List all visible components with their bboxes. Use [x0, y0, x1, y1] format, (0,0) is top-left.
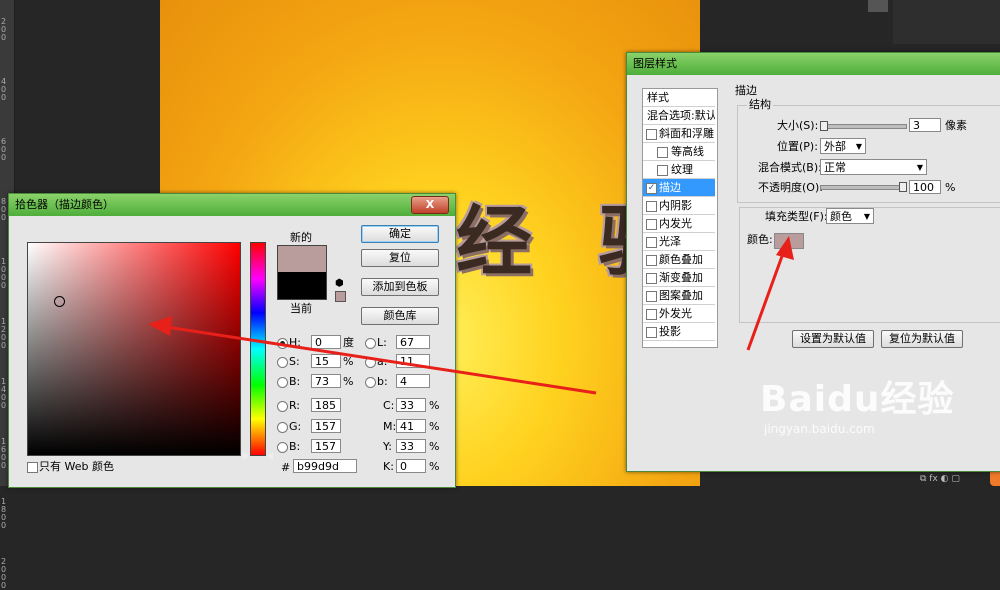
ruler-mark: 2000: [1, 557, 7, 590]
annotation-arrows: [148, 236, 794, 395]
arrow-head-swatch-icon: [776, 236, 794, 260]
arrow-line-to-swatch: [746, 247, 787, 351]
ruler-mark: 1800: [1, 497, 7, 530]
arrow-line-to-picker: [159, 324, 597, 395]
arrow-head-picker-icon: [148, 316, 172, 336]
